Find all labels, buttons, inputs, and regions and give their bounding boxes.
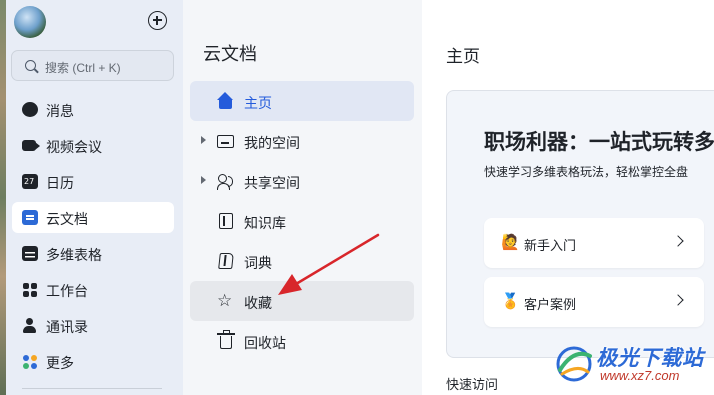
calendar-icon [22,174,38,189]
tree-item-recycle-bin[interactable]: 回收站 [190,321,414,361]
home-icon [217,92,234,109]
watermark-logo-icon [556,346,592,382]
watermark: 极光下载站 www.xz7.com [552,338,714,388]
sidebar-item-label: 日历 [46,175,74,191]
table-icon [22,246,38,261]
medal-icon: 🏅 [501,292,520,310]
workplace-icon [22,282,38,297]
search-placeholder: 搜索 (Ctrl + K) [45,61,121,75]
tree-item-label: 我的空间 [244,135,300,151]
banner-subtitle: 快速学习多维表格玩法，轻松掌控全盘 [484,165,689,179]
message-icon [22,102,38,117]
people-icon [217,173,234,190]
panel-title: 云文档 [203,44,257,64]
search-box[interactable]: 搜索 (Ctrl + K) [11,50,174,81]
docs-panel: 云文档 主页 我的空间 共享空间 知识库 词典 ☆ 收藏 回收站 [183,0,422,395]
tree-item-label: 共享空间 [244,175,300,191]
sidebar-item-calendar[interactable]: 日历 [12,166,174,197]
expand-arrow-icon[interactable] [201,136,206,144]
tree-item-label: 词典 [244,255,272,271]
book-icon [219,213,233,229]
chevron-right-icon [672,294,684,306]
window-edge-decoration [0,0,6,395]
watermark-url: www.xz7.com [600,368,680,383]
folder-icon [217,135,234,148]
tree-item-wiki[interactable]: 知识库 [190,201,414,241]
tree-item-home[interactable]: 主页 [190,81,414,121]
expand-arrow-icon[interactable] [201,176,206,184]
tree-item-label: 主页 [244,95,272,111]
avatar[interactable] [14,6,46,38]
tree-item-favorites[interactable]: ☆ 收藏 [190,281,414,321]
tree-item-label: 知识库 [244,215,286,231]
sidebar-item-label: 消息 [46,103,74,119]
sidebar-item-label: 更多 [46,355,74,371]
page-title: 主页 [446,47,480,66]
video-icon [22,140,40,151]
beginner-guide-card[interactable]: 🙋 新手入门 [484,218,704,268]
left-navigation: 搜索 (Ctrl + K) 消息 视频会议 日历 云文档 多维表格 工作台 通讯… [0,0,183,395]
banner-headline: 职场利器：一站式玩转多 [484,131,714,154]
divider [22,388,162,389]
sidebar-item-more[interactable]: 更多 [12,346,174,377]
sidebar-item-messages[interactable]: 消息 [12,94,174,125]
quick-access-heading: 快速访问 [446,377,499,392]
card-label: 客户案例 [524,297,577,312]
tree-item-label: 收藏 [244,295,272,311]
sidebar-item-label: 通讯录 [46,319,88,335]
more-icon [22,354,38,369]
tree-item-label: 回收站 [244,335,286,351]
sidebar-item-multi-table[interactable]: 多维表格 [12,238,174,269]
contacts-icon [22,318,38,333]
sidebar-item-contacts[interactable]: 通讯录 [12,310,174,341]
person-raising-hand-icon: 🙋 [501,233,520,251]
trash-icon [217,330,235,349]
main-content: 主页 职场利器：一站式玩转多 快速学习多维表格玩法，轻松掌控全盘 🙋 新手入门 … [422,0,714,395]
tree-item-shared-space[interactable]: 共享空间 [190,161,414,201]
search-icon [25,60,36,71]
cloud-doc-icon [22,210,38,225]
sidebar-item-video-meeting[interactable]: 视频会议 [12,130,174,161]
card-label: 新手入门 [524,238,577,253]
promo-banner: 职场利器：一站式玩转多 快速学习多维表格玩法，轻松掌控全盘 🙋 新手入门 🏅 客… [446,90,714,358]
sidebar-item-workplace[interactable]: 工作台 [12,274,174,305]
dictionary-icon [218,253,234,269]
customer-cases-card[interactable]: 🏅 客户案例 [484,277,704,327]
create-button[interactable] [148,11,167,30]
chevron-right-icon [672,235,684,247]
star-icon: ☆ [217,291,233,311]
sidebar-item-label: 多维表格 [46,247,102,263]
tree-item-dictionary[interactable]: 词典 [190,241,414,281]
tree-item-my-space[interactable]: 我的空间 [190,121,414,161]
sidebar-item-label: 视频会议 [46,139,102,155]
sidebar-item-cloud-docs[interactable]: 云文档 [12,202,174,233]
sidebar-item-label: 工作台 [46,283,88,299]
sidebar-item-label: 云文档 [46,211,88,227]
